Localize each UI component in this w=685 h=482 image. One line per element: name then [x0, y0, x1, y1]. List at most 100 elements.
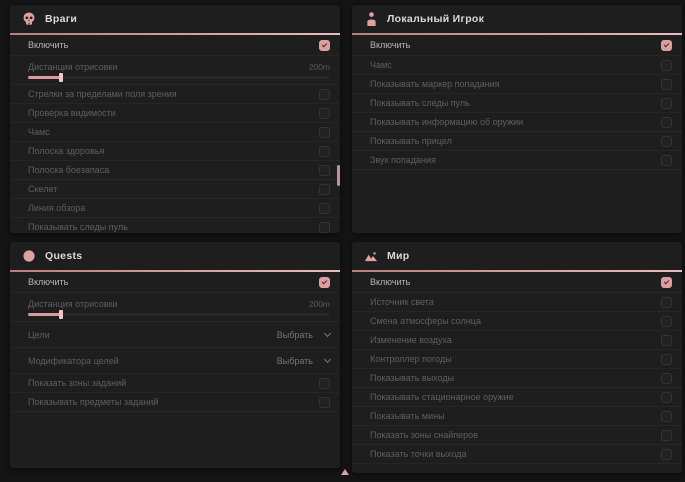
- slider-handle[interactable]: [59, 73, 63, 82]
- toggle-label: Показывать информацию об оружии: [370, 117, 523, 127]
- select-dropdown[interactable]: Выбрать: [277, 330, 330, 340]
- chevron-down-icon: [324, 329, 331, 336]
- select-value: Выбрать: [277, 356, 313, 366]
- panel-header[interactable]: Quests: [10, 242, 340, 272]
- checkbox[interactable]: [661, 117, 672, 128]
- panel-header[interactable]: Локальный Игрок: [352, 5, 682, 35]
- toggle-label: Показывать следы пуль: [28, 222, 128, 232]
- check-icon: [664, 279, 670, 285]
- checkbox[interactable]: [319, 397, 330, 408]
- slider-label: Дистанция отрисовки: [28, 62, 118, 72]
- checkbox[interactable]: [319, 203, 330, 214]
- checkbox[interactable]: [661, 373, 672, 384]
- checkbox[interactable]: [319, 378, 330, 389]
- toggle-label: Линия обзора: [28, 203, 85, 213]
- toggle-label: Изменение воздуха: [370, 335, 452, 345]
- checkbox[interactable]: [319, 89, 330, 100]
- check-icon: [664, 42, 670, 48]
- toggle-row[interactable]: Контроллер погоды: [352, 350, 682, 369]
- toggle-row[interactable]: Показывать информацию об оружии: [352, 113, 682, 132]
- checkbox[interactable]: [661, 449, 672, 460]
- select-dropdown[interactable]: Выбрать: [277, 356, 330, 366]
- toggle-row[interactable]: Включить: [352, 35, 682, 56]
- toggle-row[interactable]: Показывать стационарное оружие: [352, 388, 682, 407]
- checkbox[interactable]: [661, 136, 672, 147]
- toggle-row[interactable]: Чамс: [10, 123, 340, 142]
- panel-title: Мир: [387, 250, 410, 262]
- toggle-row[interactable]: Показывать маркер попадания: [352, 75, 682, 94]
- checkbox[interactable]: [319, 222, 330, 233]
- toggle-label: Источник света: [370, 297, 434, 307]
- toggle-label: Чамс: [28, 127, 50, 137]
- checkbox[interactable]: [319, 108, 330, 119]
- toggle-label: Показывать маркер попадания: [370, 79, 500, 89]
- checkbox[interactable]: [661, 392, 672, 403]
- toggle-label: Скелет: [28, 184, 57, 194]
- checkbox[interactable]: [661, 411, 672, 422]
- checkbox[interactable]: [661, 155, 672, 166]
- checkbox[interactable]: [661, 430, 672, 441]
- check-icon: [322, 279, 328, 285]
- toggle-row[interactable]: Показывать мины: [352, 407, 682, 426]
- checkbox[interactable]: [319, 146, 330, 157]
- toggle-row[interactable]: Источник света: [352, 293, 682, 312]
- toggle-row[interactable]: Полоска боезапаса: [10, 161, 340, 180]
- toggle-row[interactable]: Линия обзора: [10, 199, 340, 218]
- slider-track[interactable]: [28, 76, 330, 79]
- toggle-label: Чамс: [370, 60, 392, 70]
- toggle-row[interactable]: Скелет: [10, 180, 340, 199]
- checkbox[interactable]: [661, 335, 672, 346]
- checkbox[interactable]: [661, 98, 672, 109]
- slider-track[interactable]: [28, 313, 330, 316]
- toggle-row[interactable]: Чамс: [352, 56, 682, 75]
- toggle-row[interactable]: Смена атмосферы солнца: [352, 312, 682, 331]
- checkbox[interactable]: [661, 316, 672, 327]
- slider-handle[interactable]: [59, 310, 63, 319]
- checkbox[interactable]: [661, 60, 672, 71]
- scrollbar-thumb[interactable]: [337, 165, 340, 186]
- checkbox[interactable]: [319, 184, 330, 195]
- toggle-row[interactable]: Показать точки выхода: [352, 445, 682, 464]
- toggle-row[interactable]: Показывать следы пуль: [10, 218, 340, 233]
- slider-value: 200m: [309, 299, 330, 309]
- panel-title: Локальный Игрок: [387, 13, 484, 25]
- select-row: Модификатора целей Выбрать: [10, 348, 340, 374]
- toggle-row[interactable]: Показать зоны снайперов: [352, 426, 682, 445]
- toggle-row[interactable]: Показывать выходы: [352, 369, 682, 388]
- toggle-label: Показать зоны снайперов: [370, 430, 478, 440]
- toggle-row[interactable]: Проверка видимости: [10, 104, 340, 123]
- checkbox[interactable]: [319, 277, 330, 288]
- toggle-row[interactable]: Показывать предметы заданий: [10, 393, 340, 412]
- toggle-label: Показывать следы пуль: [370, 98, 470, 108]
- toggle-row[interactable]: Звук попадания: [352, 151, 682, 170]
- panel-title: Quests: [45, 250, 82, 262]
- checkbox[interactable]: [661, 277, 672, 288]
- toggle-label: Показывать выходы: [370, 373, 454, 383]
- panel-title: Враги: [45, 13, 77, 25]
- checkbox[interactable]: [319, 127, 330, 138]
- panel-header[interactable]: Мир: [352, 242, 682, 272]
- checkbox[interactable]: [661, 40, 672, 51]
- checkbox[interactable]: [661, 79, 672, 90]
- toggle-row[interactable]: Включить: [352, 272, 682, 293]
- toggle-row[interactable]: Показывать следы пуль: [352, 94, 682, 113]
- person-icon: [364, 12, 378, 26]
- checkbox[interactable]: [319, 165, 330, 176]
- toggle-row[interactable]: Стрелки за пределами поля зрения: [10, 85, 340, 104]
- toggle-label: Показывать стационарное оружие: [370, 392, 514, 402]
- toggle-row[interactable]: Полоска здоровья: [10, 142, 340, 161]
- toggle-row[interactable]: Показывать прицел: [352, 132, 682, 151]
- select-row: Цели Выбрать: [10, 322, 340, 348]
- checkbox[interactable]: [319, 40, 330, 51]
- toggle-row[interactable]: Показать зоны заданий: [10, 374, 340, 393]
- toggle-label: Показать зоны заданий: [28, 378, 126, 388]
- toggle-row[interactable]: Изменение воздуха: [352, 331, 682, 350]
- toggle-label: Полоска боезапаса: [28, 165, 109, 175]
- toggle-row[interactable]: Включить: [10, 35, 340, 56]
- select-label: Цели: [28, 330, 50, 340]
- checkbox[interactable]: [661, 297, 672, 308]
- toggle-row[interactable]: Включить: [10, 272, 340, 293]
- panel-header[interactable]: Враги: [10, 5, 340, 35]
- checkbox[interactable]: [661, 354, 672, 365]
- toggle-label: Полоска здоровья: [28, 146, 104, 156]
